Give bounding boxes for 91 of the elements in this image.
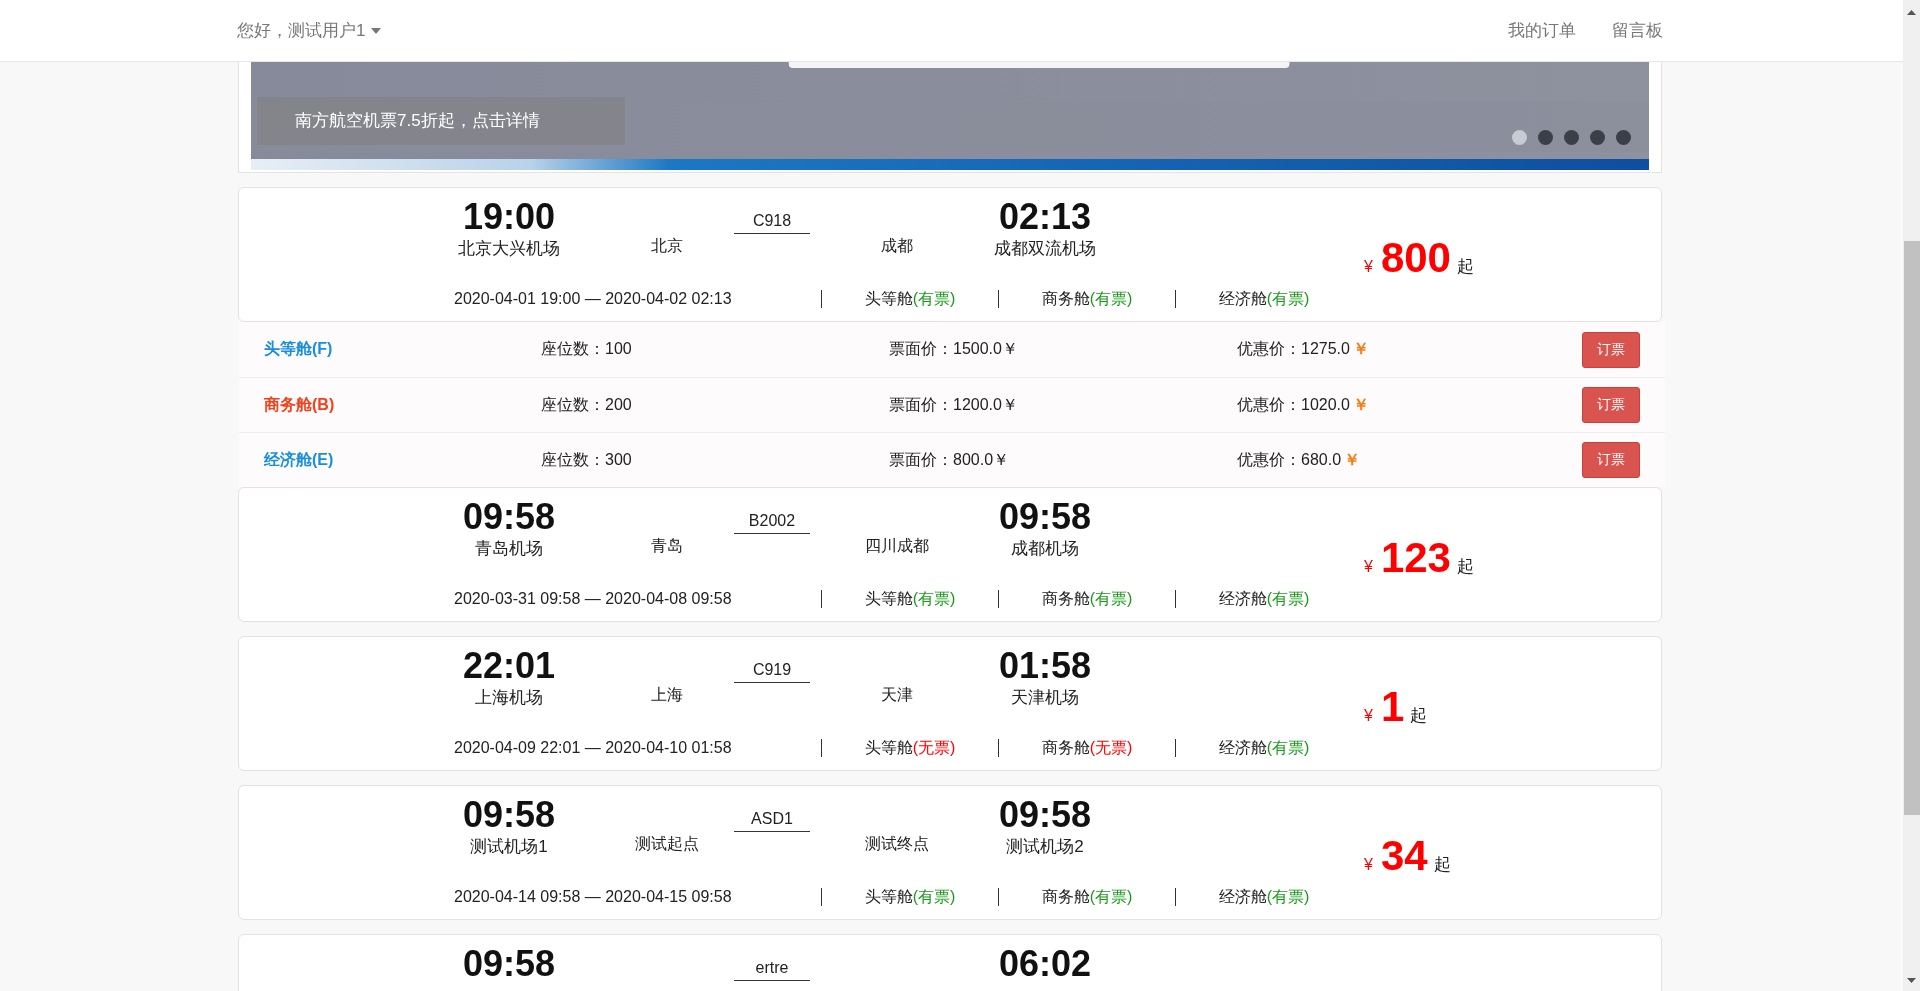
arrival-airport: 成都双流机场 <box>994 238 1096 260</box>
cabin-availability: 经济舱(有票) <box>1217 588 1311 609</box>
flight-card[interactable]: 09:58 青岛机场 青岛 B2002 四川成都 09:58 成都机场 ¥ 123 起 2020-03-31 09:58 — 2020-04-08 09:58 头等舱(有票) 商务舱(有票) 经济舱(有票) <box>238 487 1662 622</box>
cabin-availability: 商务舱(有票) <box>1040 886 1134 907</box>
price: 34 <box>1380 832 1428 880</box>
nav-link[interactable]: 我的订单 <box>1508 19 1576 42</box>
discount-price: 优惠价：1020.0 <box>1237 395 1350 413</box>
scroll-down-icon[interactable] <box>1907 978 1916 983</box>
currency-sign: ¥ <box>1364 258 1373 276</box>
arrival-time: 09:58 <box>998 794 1092 836</box>
arrival-airport: 天津机场 <box>1011 687 1079 709</box>
departure-time: 19:00 <box>462 196 556 238</box>
cabin-availability: 商务舱(有票) <box>1040 288 1134 309</box>
arrival-time: 09:58 <box>998 496 1092 538</box>
arrival-airport: 成都机场 <box>1011 538 1079 560</box>
currency-sign: ￥ <box>1352 340 1369 357</box>
cabin-availability: 经济舱(有票) <box>1217 737 1311 758</box>
arrival-city: 天津 <box>881 684 913 705</box>
flight-card[interactable]: 09:58 测试机场1 测试起点 ASD1 测试终点 09:58 测试机场2 ¥ 34 起 2020-04-14 09:58 — 2020-04-15 09:58 头等舱(有票) 商务舱(有票) 经济舱(有票) <box>238 785 1662 920</box>
discount-price: 优惠价：680.0 <box>1237 450 1342 468</box>
arrival-time: 06:02 <box>998 943 1092 985</box>
departure-city: 测试起点 <box>635 833 699 854</box>
currency-sign: ¥ <box>1364 707 1373 725</box>
flight-card[interactable]: 19:00 北京大兴机场 北京 C918 成都 02:13 成都双流机场 ¥ 800 起 2020-04-01 19:00 — 2020-04-02 02:13 头等舱(有票) 商务舱(有票) 经济舱(有票) <box>238 187 1662 322</box>
departure-city: 上海 <box>651 684 683 705</box>
face-price: 票面价：1500.0￥ <box>889 339 1019 359</box>
face-price: 票面价：1200.0￥ <box>889 394 1019 415</box>
arrival-city: 测试终点 <box>865 833 929 854</box>
departure-time: 09:58 <box>462 496 556 538</box>
currency-sign: ￥ <box>1344 450 1361 468</box>
cabin-availability: 经济舱(有票) <box>1217 886 1311 907</box>
schedule-text: 2020-03-31 09:58 — 2020-04-08 09:58 <box>454 590 733 608</box>
cabin-availability: 头等舱(有票) <box>863 288 957 309</box>
banner-caption[interactable]: 南方航空机票7.5折起，点击详情 <box>257 97 625 145</box>
currency-sign: ￥ <box>1352 395 1369 413</box>
cabin-availability: 头等舱(有票) <box>863 588 957 609</box>
caret-icon <box>371 27 382 34</box>
seat-count: 座位数：100 <box>541 339 633 359</box>
discount-price: 优惠价：1275.0 <box>1237 340 1350 357</box>
departure-airport: 北京大兴机场 <box>458 238 560 260</box>
cabin-class: 商务舱(B) <box>263 394 336 415</box>
cabin-class: 头等舱(F) <box>263 339 334 359</box>
departure-airport: 测试机场1 <box>470 836 548 858</box>
departure-time: 22:01 <box>462 645 556 687</box>
book-button[interactable]: 订票 <box>1582 442 1640 478</box>
departure-time: 09:58 <box>462 943 556 985</box>
departure-airport: 青岛机场 <box>475 538 543 560</box>
departure-city: 青岛 <box>651 535 683 556</box>
departure-city: 北京 <box>651 235 683 256</box>
schedule-text: 2020-04-01 19:00 — 2020-04-02 02:13 <box>454 290 733 308</box>
flight-number: C918 <box>734 212 810 234</box>
cabin-availability: 商务舱(无票) <box>1040 737 1134 758</box>
price-suffix: 起 <box>1457 556 1474 578</box>
price: 1 <box>1380 683 1405 731</box>
flight-number: ertre <box>734 959 810 981</box>
arrival-city: 四川成都 <box>865 535 929 556</box>
currency-sign: ¥ <box>1364 856 1373 874</box>
cabin-availability: 头等舱(有票) <box>863 886 957 907</box>
schedule-text: 2020-04-14 09:58 — 2020-04-15 09:58 <box>454 888 733 906</box>
book-button[interactable]: 订票 <box>1582 331 1640 368</box>
face-price: 票面价：800.0￥ <box>889 449 1011 470</box>
price-suffix: 起 <box>1410 705 1428 727</box>
flight-card[interactable]: 22:01 上海机场 上海 C919 天津 01:58 天津机场 ¥ 1 起 2020-04-09 22:01 — 2020-04-10 01:58 头等舱(无票) 商务舱(无票) 经济舱(有票) <box>238 636 1662 771</box>
price-suffix: 起 <box>1457 256 1474 278</box>
arrival-airport: 测试机场2 <box>1006 836 1084 858</box>
price-suffix: 起 <box>1433 854 1451 876</box>
price: 123 <box>1380 534 1451 582</box>
departure-time: 09:58 <box>462 794 556 836</box>
flight-number: B2002 <box>734 512 810 534</box>
user-menu[interactable]: 您好，测试用户1 <box>237 19 382 42</box>
seat-count: 座位数：200 <box>541 394 633 415</box>
price: 800 <box>1380 234 1451 282</box>
cabin-availability: 头等舱(无票) <box>863 737 957 758</box>
cabin-availability: 商务舱(有票) <box>1040 588 1134 609</box>
arrival-city: 成都 <box>881 235 913 256</box>
cabin-class: 经济舱(E) <box>263 449 335 470</box>
flight-number: ASD1 <box>734 810 810 832</box>
scroll-up-icon[interactable] <box>1907 10 1916 15</box>
seat-count: 座位数：300 <box>541 449 633 470</box>
cabin-availability: 经济舱(有票) <box>1217 288 1311 309</box>
flight-number: C919 <box>734 661 810 683</box>
schedule-text: 2020-04-09 22:01 — 2020-04-10 01:58 <box>454 739 733 757</box>
flight-card[interactable]: 09:58 ertre 06:02 <box>238 934 1662 991</box>
arrival-time: 02:13 <box>998 196 1092 238</box>
arrival-time: 01:58 <box>998 645 1092 687</box>
nav-link[interactable]: 留言板 <box>1612 19 1663 42</box>
book-button[interactable]: 订票 <box>1582 387 1640 423</box>
scrollbar[interactable] <box>1903 0 1920 991</box>
scrollbar-thumb[interactable] <box>1904 241 1920 815</box>
departure-airport: 上海机场 <box>475 687 543 709</box>
currency-sign: ¥ <box>1364 558 1373 576</box>
